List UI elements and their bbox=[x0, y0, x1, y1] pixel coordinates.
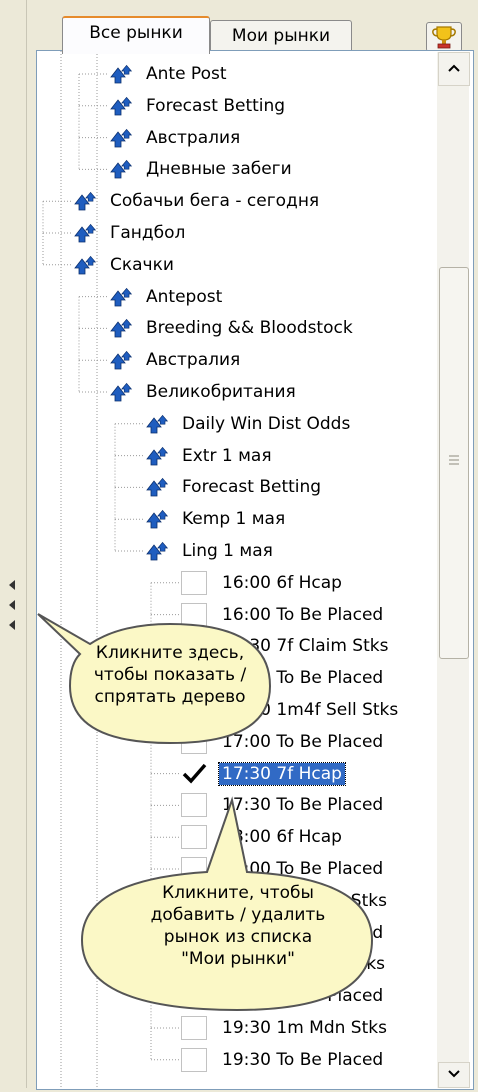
expand-arrow-icon[interactable] bbox=[145, 413, 175, 435]
tree-node-label: Ante Post bbox=[146, 64, 227, 84]
grip-icon bbox=[449, 455, 459, 465]
expand-arrow-icon[interactable] bbox=[145, 540, 175, 562]
tree-folder[interactable]: Forecast Betting bbox=[109, 92, 288, 120]
tree-toggle-strip[interactable] bbox=[0, 0, 27, 1088]
callout-add-remove-text: Кликните, чтобы добавить / удалить рынок… bbox=[150, 883, 326, 969]
tree-node-label: 16:00 6f Hcap bbox=[222, 572, 342, 593]
collapse-arrow-icon[interactable] bbox=[9, 580, 15, 590]
tree-market[interactable]: 16:00 6f Hcap bbox=[181, 569, 345, 597]
expand-arrow-icon[interactable] bbox=[109, 158, 139, 180]
expand-arrow-icon[interactable] bbox=[109, 381, 139, 403]
tree-node-label: Гандбол bbox=[110, 223, 186, 243]
tree-folder[interactable]: Гандбол bbox=[73, 219, 188, 247]
collapse-arrow-icon[interactable] bbox=[9, 620, 15, 630]
tree-node-label: Собачьи бега - сегодня bbox=[110, 191, 320, 212]
expand-arrow-icon[interactable] bbox=[109, 95, 139, 117]
expand-arrow-icon[interactable] bbox=[145, 476, 175, 498]
tree-node-label: Forecast Betting bbox=[182, 477, 322, 498]
market-checkbox[interactable] bbox=[181, 570, 207, 595]
tree-node-label: 19:30 1m Mdn Stks bbox=[222, 1018, 387, 1038]
tree-folder[interactable]: Дневные забеги bbox=[109, 155, 295, 183]
tree-folder[interactable]: Великобритания bbox=[109, 378, 299, 406]
scroll-up-button[interactable] bbox=[438, 52, 470, 86]
expand-arrow-icon[interactable] bbox=[145, 508, 175, 530]
tab-all-markets[interactable]: Все рынки bbox=[62, 16, 210, 54]
market-tabs: Все рынки Мои рынки bbox=[40, 14, 462, 54]
collapse-arrow-icon[interactable] bbox=[9, 600, 15, 610]
tree-folder[interactable]: Extr 1 мая bbox=[145, 442, 275, 470]
callout-tree-toggle-text: Кликните здесь, чтобы показать / спрятат… bbox=[93, 643, 247, 707]
tree-market[interactable]: 17:30 7f Hcap bbox=[181, 760, 346, 788]
tree-node-label: Daily Win Dist Odds bbox=[182, 413, 351, 434]
trophy-icon bbox=[432, 26, 456, 49]
tree-folder[interactable]: Скачки bbox=[73, 251, 177, 279]
tree-market[interactable]: 19:30 To Be Placed bbox=[181, 1046, 386, 1074]
expand-arrow-icon[interactable] bbox=[109, 286, 139, 308]
tree-node-label: Kemp 1 мая bbox=[182, 509, 286, 530]
check-icon bbox=[182, 763, 207, 784]
arrow-down-icon bbox=[448, 1070, 460, 1078]
tree-node-label: Ling 1 мая bbox=[182, 541, 273, 561]
tab-my-markets[interactable]: Мои рынки bbox=[210, 20, 352, 51]
expand-arrow-icon[interactable] bbox=[109, 349, 139, 371]
tree-node-label: Австралия bbox=[146, 127, 241, 148]
scroll-down-button[interactable] bbox=[438, 1062, 470, 1088]
expand-arrow-icon[interactable] bbox=[73, 190, 103, 212]
scroll-thumb[interactable] bbox=[439, 267, 469, 659]
tree-folder[interactable]: Kemp 1 мая bbox=[145, 505, 288, 533]
expand-arrow-icon[interactable] bbox=[109, 63, 139, 85]
market-checkbox[interactable] bbox=[181, 1047, 207, 1072]
tree-folder[interactable]: Forecast Betting bbox=[145, 473, 324, 501]
tree-node-label: Скачки bbox=[110, 254, 174, 275]
tree-folder[interactable]: Австралия bbox=[109, 346, 243, 374]
tree-node-label: Antepost bbox=[146, 286, 223, 307]
expand-arrow-icon[interactable] bbox=[109, 317, 139, 339]
trophy-button[interactable] bbox=[426, 22, 462, 52]
arrow-up-icon bbox=[448, 64, 460, 72]
tree-folder[interactable]: Breeding && Bloodstock bbox=[109, 314, 356, 342]
tree-folder[interactable]: Австралия bbox=[109, 124, 243, 152]
tree-node-label: 17:30 7f Hcap bbox=[218, 761, 346, 786]
expand-arrow-icon[interactable] bbox=[109, 127, 139, 149]
expand-arrow-icon[interactable] bbox=[145, 445, 175, 467]
tree-folder[interactable]: Ling 1 мая bbox=[145, 537, 276, 565]
tree-folder[interactable]: Daily Win Dist Odds bbox=[145, 410, 353, 438]
expand-arrow-icon[interactable] bbox=[73, 254, 103, 276]
market-checkbox[interactable] bbox=[181, 762, 207, 786]
tree-folder[interactable]: Ante Post bbox=[109, 60, 230, 88]
tree-folder[interactable]: Antepost bbox=[109, 283, 225, 311]
tree-node-label: Австралия bbox=[146, 350, 241, 371]
tree-node-label: Extr 1 мая bbox=[182, 445, 272, 466]
tree-scrollbar[interactable] bbox=[437, 52, 470, 1088]
tree-folder[interactable]: Собачьи бега - сегодня bbox=[73, 187, 322, 215]
tree-node-label: Breeding && Bloodstock bbox=[146, 318, 353, 339]
tree-node-label: Великобритания bbox=[146, 382, 296, 402]
tree-node-label: 19:30 To Be Placed bbox=[222, 1049, 384, 1070]
tree-node-label: Forecast Betting bbox=[146, 95, 286, 116]
expand-arrow-icon[interactable] bbox=[73, 222, 103, 244]
tree-node-label: Дневные забеги bbox=[146, 159, 292, 180]
